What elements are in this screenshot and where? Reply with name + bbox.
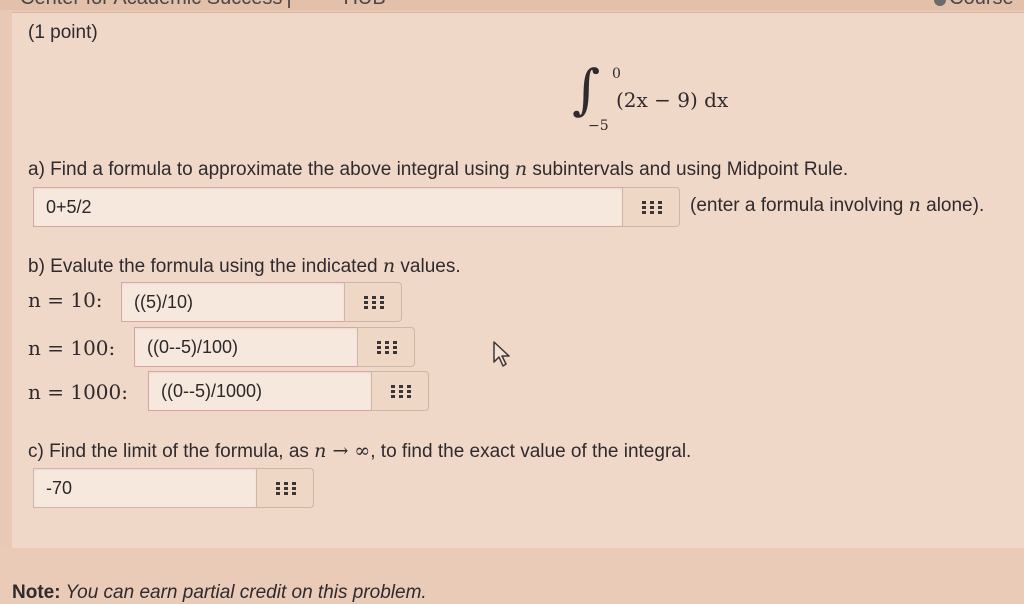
grid-palette-icon [276,481,296,495]
n100-label: n = 100: [28,336,116,360]
integral-lower-limit: −5 [588,118,609,134]
grid-palette-icon [391,384,411,398]
integrand: (2x − 9) dx [616,88,729,112]
grid-palette-icon [377,340,397,354]
n1000-label: n = 1000: [28,380,128,404]
n100-palette-button[interactable] [357,327,415,367]
n1000-palette-button[interactable] [371,371,429,411]
top-nav-bar: Center for Academic Success HUB Course [0,0,1024,10]
grid-palette-icon [364,295,384,309]
site-link[interactable]: Center for Academic Success HUB [20,0,386,10]
integral-sign: ∫ [572,58,601,121]
integral-expression: ∫ 0 −5 (2x − 9) dx [572,58,772,136]
n10-label: n = 10: [28,288,103,312]
part-c-question: c) Find the limit of the formula, as n →… [28,440,692,462]
part-a-palette-button[interactable] [622,187,680,227]
part-a-answer-input[interactable]: 0+5/2 [33,187,623,227]
integral-upper-limit: 0 [612,66,621,82]
part-a-question: a) Find a formula to approximate the abo… [28,158,849,180]
n10-answer-input[interactable]: ((5)/10) [121,282,345,322]
course-link[interactable]: Course [938,0,1013,10]
n100-answer-input[interactable]: ((0--5)/100) [134,327,358,367]
n10-palette-button[interactable] [344,282,402,322]
partial-credit-note: Note: You can earn partial credit on thi… [12,582,427,603]
problem-points: (1 point) [28,22,98,43]
part-c-palette-button[interactable] [256,468,314,508]
nav-separator [288,0,290,8]
part-a-hint: (enter a formula involving n alone). [690,194,985,216]
part-c-answer-input[interactable]: -70 [33,468,257,508]
n1000-answer-input[interactable]: ((0--5)/1000) [148,371,372,411]
part-b-question: b) Evalute the formula using the indicat… [28,255,461,277]
grid-palette-icon [642,200,662,214]
cursor-arrow-icon [493,341,510,367]
